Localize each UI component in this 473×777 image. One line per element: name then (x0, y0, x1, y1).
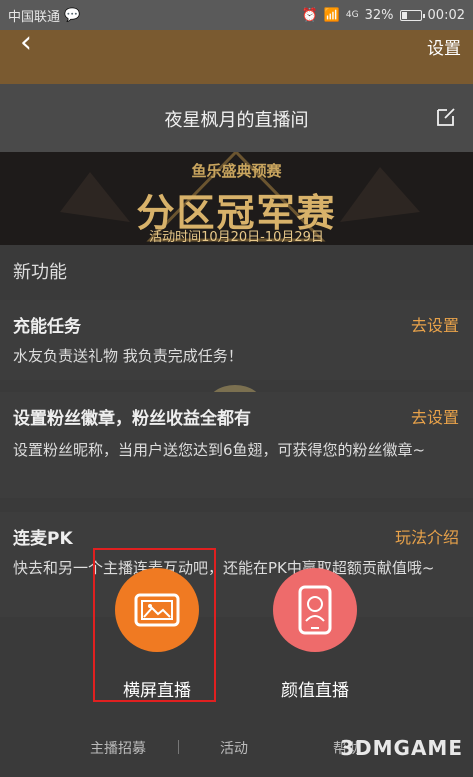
status-bar: 中国联通 💬 ⏰ 📶 4G 32% 00:02 (0, 0, 473, 30)
feature-action-link[interactable]: 去设置 (411, 404, 459, 428)
watermark-logo: 3DMGAME (340, 736, 463, 760)
back-arrow-icon[interactable]: ‹ (20, 28, 50, 60)
section-title: 新功能 (13, 262, 67, 283)
banner-date: 活动时间10月20日-10月29日 (149, 230, 324, 245)
portrait-live-label[interactable]: 颜值直播 (255, 676, 375, 701)
feature-description: 快去和另一个主播连麦互动吧，还能在PK中赢取超额贡献值哦~ (13, 559, 435, 577)
feature-description: 水友负责送礼物 我负责完成任务！ (13, 347, 243, 365)
room-header: 夜星枫月的直播间 (0, 84, 473, 152)
wifi-icon: 📶 (323, 7, 340, 23)
divider (178, 740, 179, 754)
signal-label: 4G (345, 10, 359, 20)
message-icon: 💬 (64, 7, 81, 23)
edit-icon[interactable] (435, 106, 457, 128)
activity-link[interactable]: 活动 (220, 738, 248, 758)
feature-card-fan-badge: 设置粉丝徽章，粉丝收益全都有 去设置 设置粉丝昵称，当用户送您达到6鱼翅，可获得… (0, 392, 473, 498)
top-nav: ‹ 设置 (0, 28, 473, 84)
alarm-icon: ⏰ (301, 7, 318, 23)
feature-card-charge-task: 充能任务 去设置 水友负责送礼物 我负责完成任务！ (0, 300, 473, 380)
portrait-live-button[interactable] (273, 568, 357, 652)
feature-description: 设置粉丝昵称，当用户送您达到6鱼翅，可获得您的粉丝徽章~ (13, 441, 426, 459)
recruit-link[interactable]: 主播招募 (90, 738, 146, 758)
feature-title: 设置粉丝徽章，粉丝收益全都有 (13, 409, 251, 429)
battery-icon (399, 9, 425, 21)
battery-percent: 32% (364, 7, 394, 23)
clock: 00:02 (427, 7, 465, 23)
carrier-label: 中国联通 (8, 9, 61, 25)
portrait-phone-icon (298, 585, 332, 635)
room-title: 夜星枫月的直播间 (164, 110, 309, 131)
feature-action-link[interactable]: 玩法介绍 (395, 524, 459, 548)
feature-title: 充能任务 (13, 317, 81, 337)
feature-action-link[interactable]: 去设置 (411, 312, 459, 336)
settings-button[interactable]: 设置 (427, 34, 461, 59)
feature-title: 连麦PK (13, 529, 73, 549)
highlight-annotation-box (93, 548, 216, 702)
feature-card-pk: 连麦PK 玩法介绍 快去和另一个主播连麦互动吧，还能在PK中赢取超额贡献值哦~ (0, 512, 473, 617)
banner-subtitle: 鱼乐盛典预赛 (191, 162, 282, 180)
event-banner[interactable]: 鱼乐盛典预赛 分区冠军赛 活动时间10月20日-10月29日 (0, 152, 473, 245)
